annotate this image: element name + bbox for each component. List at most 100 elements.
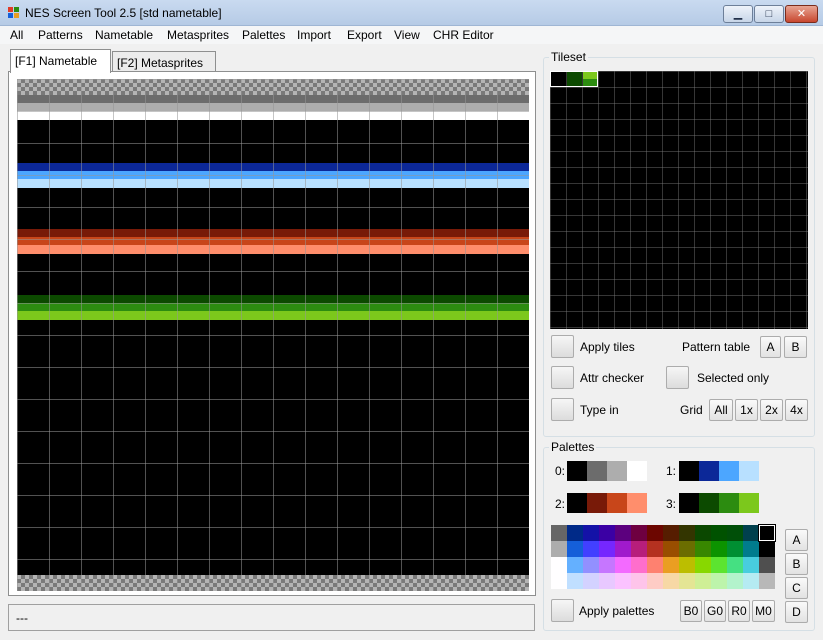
- palette-bank-b-button[interactable]: B: [785, 553, 808, 575]
- nes-color-cell[interactable]: [631, 541, 647, 557]
- nes-color-cell[interactable]: [743, 573, 759, 589]
- nes-color-cell[interactable]: [743, 525, 759, 541]
- m0-button[interactable]: M0: [752, 600, 775, 622]
- pal3-swatch-2[interactable]: [719, 493, 739, 513]
- close-button[interactable]: ✕: [785, 5, 818, 23]
- menu-view[interactable]: View: [394, 28, 420, 42]
- nes-color-cell[interactable]: [727, 525, 743, 541]
- nes-color-cell[interactable]: [711, 541, 727, 557]
- nes-color-cell[interactable]: [679, 557, 695, 573]
- tileset-canvas[interactable]: [550, 71, 808, 329]
- menu-metasprites[interactable]: Metasprites: [167, 28, 229, 42]
- nes-color-cell[interactable]: [599, 557, 615, 573]
- palette-bank-a-button[interactable]: A: [785, 529, 808, 551]
- nes-color-cell[interactable]: [695, 541, 711, 557]
- apply-tiles-toggle[interactable]: [551, 335, 574, 358]
- nes-color-cell[interactable]: [727, 557, 743, 573]
- nes-color-cell[interactable]: [759, 573, 775, 589]
- nes-color-cell[interactable]: [695, 573, 711, 589]
- pattern-table-b-button[interactable]: B: [784, 336, 807, 358]
- nes-color-cell[interactable]: [695, 525, 711, 541]
- nes-color-cell[interactable]: [599, 573, 615, 589]
- pal0-swatch-1[interactable]: [587, 461, 607, 481]
- menu-export[interactable]: Export: [347, 28, 382, 42]
- nes-color-cell[interactable]: [583, 541, 599, 557]
- nes-color-cell[interactable]: [599, 525, 615, 541]
- nes-color-cell[interactable]: [663, 573, 679, 589]
- nes-color-cell[interactable]: [679, 573, 695, 589]
- nes-color-cell[interactable]: [551, 525, 567, 541]
- nes-color-cell[interactable]: [567, 541, 583, 557]
- pal3-swatch-3[interactable]: [739, 493, 759, 513]
- nes-color-cell[interactable]: [727, 541, 743, 557]
- nes-color-cell[interactable]: [583, 573, 599, 589]
- attr-checker-toggle[interactable]: [551, 366, 574, 389]
- nes-color-cell[interactable]: [663, 541, 679, 557]
- palette-bank-c-button[interactable]: C: [785, 577, 808, 599]
- nes-color-cell[interactable]: [663, 557, 679, 573]
- nes-color-cell[interactable]: [743, 557, 759, 573]
- r0-button[interactable]: R0: [728, 600, 750, 622]
- nes-color-cell[interactable]: [679, 541, 695, 557]
- menu-nametable[interactable]: Nametable: [95, 28, 153, 42]
- nes-color-cell[interactable]: [567, 525, 583, 541]
- nes-color-cell[interactable]: [759, 541, 775, 557]
- nametable-canvas[interactable]: [17, 79, 529, 591]
- menu-palettes[interactable]: Palettes: [242, 28, 285, 42]
- nes-color-cell[interactable]: [567, 573, 583, 589]
- nes-color-cell[interactable]: [567, 557, 583, 573]
- type-in-toggle[interactable]: [551, 398, 574, 421]
- nes-color-cell[interactable]: [615, 557, 631, 573]
- pal1-swatch-0[interactable]: [679, 461, 699, 481]
- menu-patterns[interactable]: Patterns: [38, 28, 83, 42]
- nes-color-cell[interactable]: [583, 525, 599, 541]
- nes-color-cell[interactable]: [631, 557, 647, 573]
- nes-color-cell[interactable]: [551, 557, 567, 573]
- pal3-swatch-0[interactable]: [679, 493, 699, 513]
- pal0-swatch-3[interactable]: [627, 461, 647, 481]
- nes-color-cell[interactable]: [711, 573, 727, 589]
- nes-color-cell[interactable]: [679, 525, 695, 541]
- selected-only-toggle[interactable]: [666, 366, 689, 389]
- grid-1x-button[interactable]: 1x: [735, 399, 758, 421]
- pal1-swatch-3[interactable]: [739, 461, 759, 481]
- nes-color-cell[interactable]: [615, 525, 631, 541]
- pal2-swatch-2[interactable]: [607, 493, 627, 513]
- nes-color-cell[interactable]: [615, 541, 631, 557]
- nes-color-cell[interactable]: [615, 573, 631, 589]
- grid-4x-button[interactable]: 4x: [785, 399, 808, 421]
- grid-all-button[interactable]: All: [709, 399, 733, 421]
- tab-metasprites[interactable]: [F2] Metasprites: [112, 51, 216, 73]
- pal0-swatch-0[interactable]: [567, 461, 587, 481]
- b0-button[interactable]: B0: [680, 600, 702, 622]
- menu-import[interactable]: Import: [297, 28, 331, 42]
- pal2-swatch-0[interactable]: [567, 493, 587, 513]
- pal2-swatch-3[interactable]: [627, 493, 647, 513]
- palette-bank-d-button[interactable]: D: [785, 601, 808, 623]
- nes-color-cell[interactable]: [647, 525, 663, 541]
- pal0-swatch-2[interactable]: [607, 461, 627, 481]
- nes-color-cell[interactable]: [727, 573, 743, 589]
- nes-color-cell[interactable]: [711, 525, 727, 541]
- nes-color-cell[interactable]: [631, 573, 647, 589]
- g0-button[interactable]: G0: [704, 600, 726, 622]
- pal1-swatch-1[interactable]: [699, 461, 719, 481]
- nes-color-cell[interactable]: [695, 557, 711, 573]
- nes-color-cell[interactable]: [711, 557, 727, 573]
- pal2-swatch-1[interactable]: [587, 493, 607, 513]
- nes-color-cell[interactable]: [663, 525, 679, 541]
- nes-color-cell[interactable]: [551, 541, 567, 557]
- minimize-button[interactable]: ▁: [723, 5, 753, 23]
- nes-color-cell[interactable]: [583, 557, 599, 573]
- tab-nametable[interactable]: [F1] Nametable: [10, 49, 111, 73]
- nes-color-cell[interactable]: [647, 557, 663, 573]
- apply-palettes-toggle[interactable]: [551, 599, 574, 622]
- pal1-swatch-2[interactable]: [719, 461, 739, 481]
- nes-color-cell[interactable]: [599, 541, 615, 557]
- menu-chr-editor[interactable]: CHR Editor: [433, 28, 494, 42]
- nes-color-cell[interactable]: [759, 557, 775, 573]
- nes-color-grid[interactable]: [551, 524, 776, 589]
- nes-color-cell[interactable]: [551, 573, 567, 589]
- grid-2x-button[interactable]: 2x: [760, 399, 783, 421]
- nes-color-cell[interactable]: [647, 541, 663, 557]
